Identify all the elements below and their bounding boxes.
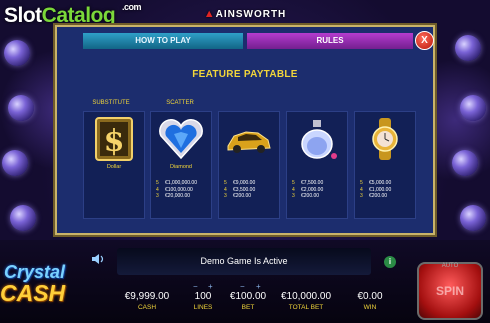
pay-row: 4 €2,000.00 [292,186,324,193]
lines-value: 100 [194,291,212,302]
dollar-sign-icon: $ [95,117,133,161]
paytable-card-perfume: 5 €7,500.00 4 €2,000.00 3 €200.00 [286,111,348,219]
paytable-card-dollar: $ Dollar [83,111,145,219]
info-button[interactable]: i [384,256,396,268]
pay-values: 5 €7,500.00 4 €2,000.00 3 €200.00 [292,180,323,200]
bet-value: €100.00 [229,291,267,302]
pay-row: 3 €20,000.00 [156,193,191,200]
gold-watch-icon [372,118,398,160]
symbol-name: Dollar [106,164,122,170]
gem-icon [460,95,486,121]
total-bet-label: TOTAL BET [288,304,324,311]
paytable-card-diamond: Diamond 5 €1,000,000.00 4 €100,000.00 3 €20… [150,111,212,219]
pay-row: 3 €200.00 [360,193,388,200]
game-logo: Crystal CASH [0,262,92,312]
pay-row: 5 €7,500.00 [292,180,324,186]
tab-how-to-play[interactable]: HOW TO PLAY [83,33,243,49]
diamond-heart-icon [159,119,203,160]
pay-row: 3 €200.00 [292,193,320,200]
gem-icon [4,40,30,66]
gem-icon [452,150,478,176]
column-header-scatter: SCATTER [166,100,194,106]
gem-icon [8,95,34,121]
total-bet-value: €10,000.00 [280,291,332,302]
paytable-card-watch: 5 €5,000.00 4 €1,000.00 3 €200.00 [354,111,416,219]
gold-car-icon [227,131,271,153]
win-display: €0.00 WIN [346,291,394,311]
win-label: WIN [363,304,377,311]
bet-plus-button[interactable]: + [256,282,261,291]
paytable-panel: HOW TO PLAY RULES X FEATURE PAYTABLE SUB… [55,25,435,235]
win-value: €0.00 [357,291,383,302]
bet-minus-button[interactable]: − [240,282,245,291]
watermark-slot: Slot [4,4,42,27]
pay-values: 5 €9,000.00 4 €3,500.00 3 €200.00 [224,180,255,200]
pay-row: 4 €100,000.00 [156,186,193,193]
gem-icon [10,205,36,231]
spin-label: SPIN [435,284,464,298]
gem-icon [455,35,481,61]
ainsworth-mark-icon: ▲ [203,8,216,20]
cash-display: €9,999.00 CASH [110,291,184,311]
pay-values: 5 €1,000,000.00 4 €100,000.00 3 €20,000.00 [156,180,197,200]
pay-row: 3 €200.00 [224,193,252,200]
message-bar: Demo Game Is Active [117,248,371,275]
cash-label: CASH [137,304,157,311]
lines-label: LINES [193,304,213,311]
cash-value: €9,999.00 [124,291,170,302]
lines-plus-button[interactable]: + [208,282,213,291]
pay-row: 4 €1,000.00 [360,186,392,193]
pay-row: 5 €9,000.00 [224,180,256,186]
auto-label: AUTO [441,263,459,269]
close-button[interactable]: X [415,31,434,50]
gem-icon [2,150,28,176]
total-bet-display: €10,000.00 TOTAL BET [272,291,340,311]
status-message: Demo Game Is Active [200,256,288,266]
bet-display: €100.00 BET [222,291,274,311]
pay-row: 5 €1,000,000.00 [156,180,197,186]
lines-display: 100 LINES [186,291,220,311]
lines-minus-button[interactable]: − [193,282,198,291]
brand-logo: ▲AINSWORTH [200,8,290,22]
gem-icon [460,205,486,231]
spin-button[interactable]: AUTO SPIN [417,262,483,320]
pay-row: 5 €5,000.00 [360,180,392,186]
column-header-substitute: SUBSTITUTE [92,100,130,106]
paytable-tabs: HOW TO PLAY RULES [83,33,413,49]
perfume-icon [301,120,337,159]
watermark-catalog: Catalog [41,4,116,27]
symbol-name: Diamond [169,164,192,170]
tab-rules[interactable]: RULES [247,33,413,49]
pay-row: 4 €3,500.00 [224,186,256,193]
bet-label: BET [241,304,255,311]
paytable-card-car: 5 €9,000.00 4 €3,500.00 3 €200.00 [218,111,280,219]
svg-text:$: $ [104,124,125,159]
logo-line-2: CASH [0,280,66,306]
pay-values: 5 €5,000.00 4 €1,000.00 3 €200.00 [360,180,391,200]
brand-name: AINSWORTH [215,9,287,20]
paytable-title: FEATURE PAYTABLE [192,69,298,80]
speaker-icon[interactable] [91,253,105,265]
watermark-com: .com [122,2,142,12]
